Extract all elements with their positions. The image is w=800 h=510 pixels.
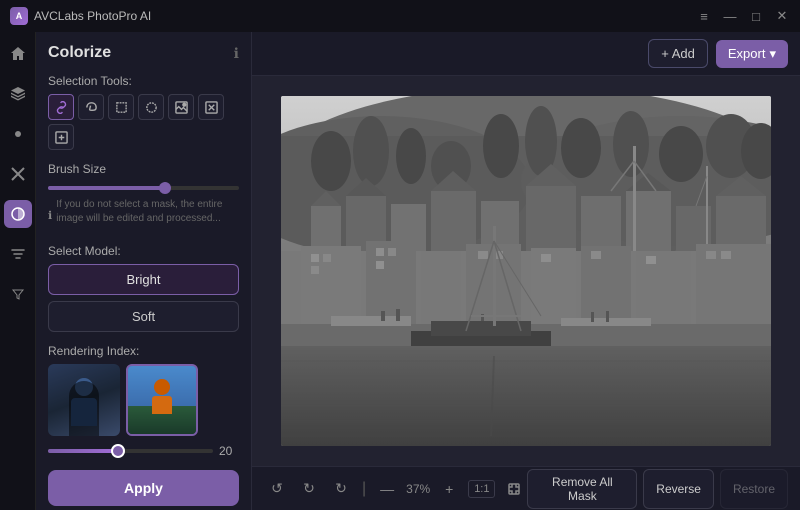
export-button[interactable]: Export ▾ (716, 40, 788, 68)
render-slider-fill (48, 449, 114, 453)
select-model-section: Select Model: Bright Soft (48, 244, 239, 332)
title-bar: A AVCLabs PhotoPro AI ≡ — □ ✕ (0, 0, 800, 32)
render-slider-thumb[interactable] (111, 444, 125, 458)
fit-view-button[interactable] (501, 476, 527, 502)
model-buttons: Bright Soft (48, 264, 239, 332)
brush-size-fill (48, 186, 163, 190)
ellipse-select-tool[interactable] (138, 94, 164, 120)
image-viewport[interactable] (252, 76, 800, 466)
minimize-icon[interactable]: — (722, 9, 738, 24)
home-icon[interactable] (4, 40, 32, 68)
title-bar-controls: ≡ — □ ✕ (696, 8, 790, 24)
select-model-label: Select Model: (48, 244, 239, 258)
rendering-index-label: Rendering Index: (48, 344, 239, 358)
main-layout: Colorize ℹ Selection Tools: (0, 32, 800, 510)
zoom-reset-button[interactable]: 1:1 (468, 480, 495, 498)
zoom-percent: 37% (406, 482, 430, 496)
restore-button[interactable]: Restore (720, 469, 788, 509)
bottom-toolbar: ↺ ↻ ↻ | — 37% + 1:1 (252, 466, 800, 510)
add-select-tool[interactable] (48, 124, 74, 150)
bw-harbor-image (281, 96, 771, 446)
menu-icon[interactable]: ≡ (696, 9, 712, 24)
redo-forward-button[interactable]: ↻ (328, 476, 354, 502)
panel-header: Colorize ℹ (48, 44, 239, 62)
app-title: AVCLabs PhotoPro AI (34, 9, 151, 23)
remove-select-tool[interactable] (198, 94, 224, 120)
zoom-out-button[interactable]: — (374, 476, 400, 502)
info-icon[interactable]: ℹ (234, 45, 239, 62)
brush-size-section: Brush Size ℹ If you do not select a mask… (48, 162, 239, 232)
lasso-tool[interactable] (78, 94, 104, 120)
filter-icon[interactable] (4, 280, 32, 308)
title-bar-left: A AVCLabs PhotoPro AI (10, 7, 151, 25)
icon-bar (0, 32, 36, 510)
header-bar: + Add Export ▾ (252, 32, 800, 76)
apply-button[interactable]: Apply (48, 470, 239, 506)
harbor-svg (281, 96, 771, 446)
brush-size-label: Brush Size (48, 162, 239, 176)
action-buttons: Remove All Mask Reverse Restore (527, 469, 788, 509)
render-slider[interactable] (48, 449, 213, 453)
canvas-area: + Add Export ▾ (252, 32, 800, 510)
effects-icon[interactable] (4, 120, 32, 148)
render-value: 20 (219, 444, 239, 458)
remove-all-mask-button[interactable]: Remove All Mask (527, 469, 637, 509)
soft-model-button[interactable]: Soft (48, 301, 239, 332)
close-icon[interactable]: ✕ (774, 8, 790, 24)
image-select-tool[interactable] (168, 94, 194, 120)
maximize-icon[interactable]: □ (748, 9, 764, 24)
colorize-icon[interactable] (4, 200, 32, 228)
rendering-thumbnails (48, 364, 239, 436)
rect-select-tool[interactable] (108, 94, 134, 120)
zoom-in-button[interactable]: + (436, 476, 462, 502)
side-panel: Colorize ℹ Selection Tools: (36, 32, 252, 510)
brush-size-thumb[interactable] (159, 182, 171, 194)
link-tool[interactable] (48, 94, 74, 120)
rendering-index-section: Rendering Index: (48, 344, 239, 458)
selection-tools-row (48, 94, 239, 150)
render-slider-row: 20 (48, 444, 239, 458)
remove-icon[interactable] (4, 160, 32, 188)
layers-icon[interactable] (4, 80, 32, 108)
redo-back-button[interactable]: ↻ (296, 476, 322, 502)
export-chevron: ▾ (769, 46, 776, 62)
reverse-button[interactable]: Reverse (643, 469, 714, 509)
brush-hint: If you do not select a mask, the entire … (56, 198, 239, 226)
render-thumb-2[interactable] (126, 364, 198, 436)
panel-title: Colorize (48, 44, 111, 62)
bright-model-button[interactable]: Bright (48, 264, 239, 295)
render-thumb-1[interactable] (48, 364, 120, 436)
zoom-controls: ↺ ↻ ↻ | — 37% + 1:1 (264, 476, 527, 502)
undo-button[interactable]: ↺ (264, 476, 290, 502)
selection-tools-section: Selection Tools: (48, 74, 239, 150)
add-button[interactable]: + Add (648, 39, 708, 68)
app-logo: A (10, 7, 28, 25)
adjust-icon[interactable] (4, 240, 32, 268)
selection-tools-label: Selection Tools: (48, 74, 239, 88)
brush-size-slider[interactable] (48, 186, 239, 190)
